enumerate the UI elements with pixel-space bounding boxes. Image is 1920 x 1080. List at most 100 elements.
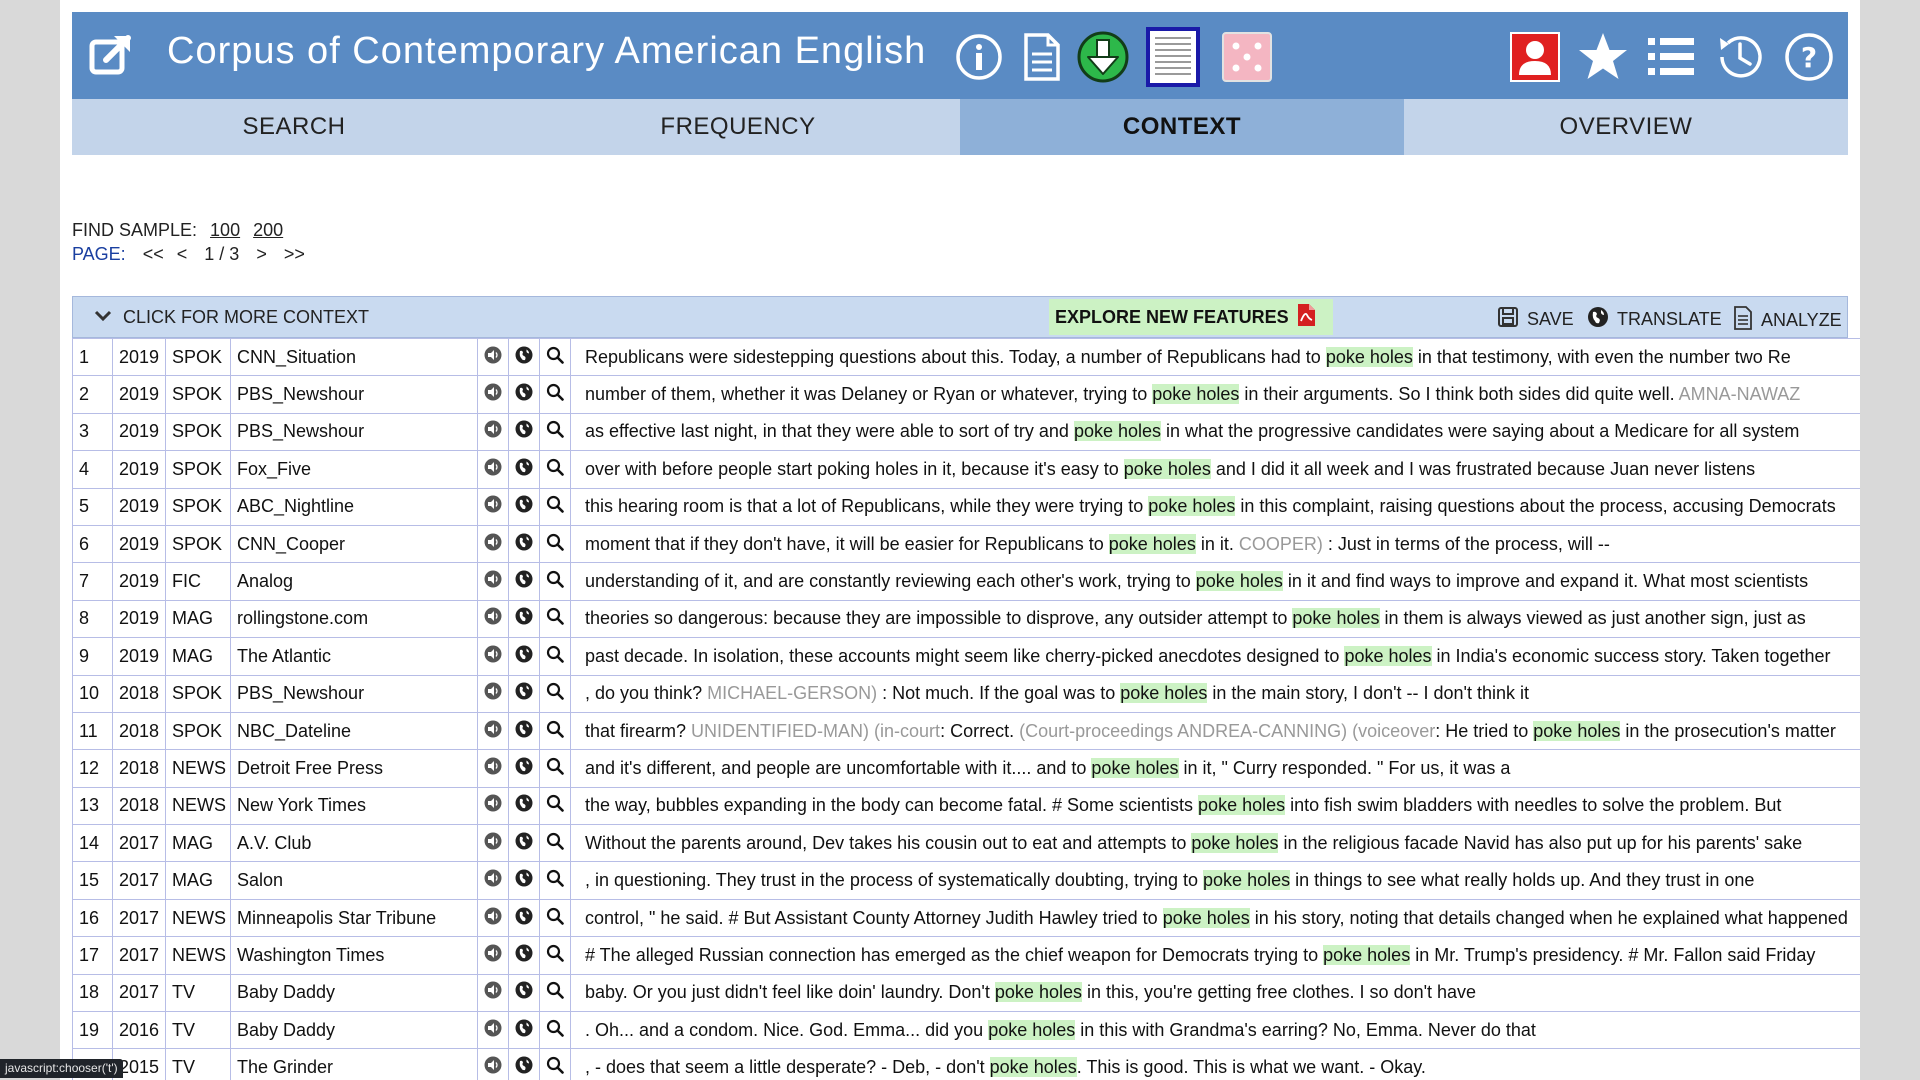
audio-speaker-icon[interactable] [477, 637, 509, 676]
random-dice-icon[interactable] [1220, 30, 1274, 84]
translate-globe-icon[interactable] [508, 898, 540, 938]
context-cell[interactable]: baby. Or you just didn't feel like doin'… [570, 973, 1860, 1013]
expand-search-icon[interactable] [539, 936, 571, 975]
translate-globe-icon[interactable] [508, 637, 540, 676]
keyword-word-1[interactable]: poke [1120, 683, 1160, 704]
translate-button[interactable]: TRANSLATE [1587, 306, 1722, 333]
translate-globe-icon[interactable] [508, 562, 540, 601]
keyword-word-2[interactable]: holes [1235, 832, 1279, 853]
explore-features-button[interactable]: EXPLORE NEW FEATURES [1049, 299, 1333, 335]
audio-speaker-icon[interactable] [477, 861, 509, 900]
expand-search-icon[interactable] [539, 487, 571, 526]
translate-globe-icon[interactable] [508, 749, 540, 788]
context-cell[interactable]: that firearm? UNIDENTIFIED-MAN) (in-cour… [570, 711, 1860, 751]
user-account-icon[interactable] [1508, 30, 1562, 84]
audio-speaker-icon[interactable] [477, 711, 509, 751]
keyword-word-1[interactable]: poke [1148, 496, 1188, 517]
keyword-word-1[interactable]: poke [1191, 832, 1231, 853]
save-button[interactable]: SAVE [1497, 306, 1574, 333]
keyword-word-2[interactable]: holes [1118, 421, 1162, 442]
context-cell[interactable]: this hearing room is that a lot of Repub… [570, 487, 1860, 526]
keyword-word-1[interactable]: poke [1123, 458, 1163, 479]
keyword-word-2[interactable]: holes [1196, 384, 1240, 405]
keyword-word-2[interactable]: holes [1239, 571, 1283, 592]
expand-search-icon[interactable] [539, 898, 571, 938]
translate-globe-icon[interactable] [508, 711, 540, 751]
context-cell[interactable]: , do you think? MICHAEL-GERSON) : Not mu… [570, 674, 1860, 713]
expand-search-icon[interactable] [539, 375, 571, 414]
context-cell[interactable]: Without the parents around, Dev takes hi… [570, 824, 1860, 863]
expand-search-icon[interactable] [539, 824, 571, 863]
audio-speaker-icon[interactable] [477, 1048, 509, 1080]
context-cell[interactable]: , in questioning. They trust in the proc… [570, 861, 1860, 900]
keyword-word-1[interactable]: poke [1325, 346, 1365, 367]
context-cell[interactable]: the way, bubbles expanding in the body c… [570, 786, 1860, 826]
more-context-toggle[interactable]: CLICK FOR MORE CONTEXT [93, 307, 369, 328]
translate-globe-icon[interactable] [508, 450, 540, 489]
audio-speaker-icon[interactable] [477, 1011, 509, 1050]
first-page-button[interactable]: << [143, 244, 164, 264]
context-cell[interactable]: moment that if they don't have, it will … [570, 524, 1860, 564]
keyword-word-2[interactable]: holes [1206, 907, 1250, 928]
translate-globe-icon[interactable] [508, 973, 540, 1013]
keyword-word-2[interactable]: holes [1388, 645, 1432, 666]
tab-overview[interactable]: OVERVIEW [1404, 99, 1848, 155]
keyword-word-2[interactable]: holes [1164, 683, 1208, 704]
expand-search-icon[interactable] [539, 524, 571, 564]
tab-frequency[interactable]: FREQUENCY [516, 99, 960, 155]
context-cell[interactable]: over with before people start poking hol… [570, 450, 1860, 489]
keyword-word-2[interactable]: holes [1192, 496, 1236, 517]
keyword-word-1[interactable]: poke [989, 1057, 1029, 1078]
context-cell[interactable]: and it's different, and people are uncom… [570, 749, 1860, 788]
expand-search-icon[interactable] [539, 450, 571, 489]
context-cell[interactable]: number of them, whether it was Delaney o… [570, 375, 1860, 414]
keyword-word-1[interactable]: poke [1073, 421, 1113, 442]
audio-speaker-icon[interactable] [477, 936, 509, 975]
expand-search-icon[interactable] [539, 786, 571, 826]
download-icon[interactable] [1076, 30, 1130, 84]
keyword-word-1[interactable]: poke [1152, 384, 1192, 405]
keyword-word-1[interactable]: poke [1203, 870, 1243, 891]
keyword-word-1[interactable]: poke [1292, 608, 1332, 629]
audio-speaker-icon[interactable] [477, 824, 509, 863]
keyword-word-2[interactable]: holes [1033, 1057, 1077, 1078]
audio-speaker-icon[interactable] [477, 749, 509, 788]
expand-search-icon[interactable] [539, 674, 571, 713]
translate-globe-icon[interactable] [508, 375, 540, 414]
history-clock-icon[interactable] [1712, 30, 1766, 84]
translate-globe-icon[interactable] [508, 599, 540, 639]
translate-globe-icon[interactable] [508, 786, 540, 826]
expand-search-icon[interactable] [539, 412, 571, 452]
audio-speaker-icon[interactable] [477, 599, 509, 639]
sample-200-link[interactable]: 200 [253, 220, 283, 240]
audio-speaker-icon[interactable] [477, 337, 509, 377]
tab-context[interactable]: CONTEXT [960, 99, 1404, 155]
context-cell[interactable]: past decade. In isolation, these account… [570, 637, 1860, 676]
keyword-word-1[interactable]: poke [1195, 571, 1235, 592]
expand-search-icon[interactable] [539, 973, 571, 1013]
last-page-button[interactable]: >> [284, 244, 305, 264]
keyword-word-1[interactable]: poke [1091, 757, 1131, 778]
keyword-word-1[interactable]: poke [994, 982, 1034, 1003]
next-page-button[interactable]: > [256, 244, 267, 264]
context-cell[interactable]: theories so dangerous: because they are … [570, 599, 1860, 639]
keyword-word-1[interactable]: poke [1323, 944, 1363, 965]
keyword-word-2[interactable]: holes [1577, 720, 1621, 741]
expand-search-icon[interactable] [539, 337, 571, 377]
translate-globe-icon[interactable] [508, 861, 540, 900]
keyword-word-1[interactable]: poke [1198, 795, 1238, 816]
keyword-word-1[interactable]: poke [988, 1019, 1028, 1040]
audio-speaker-icon[interactable] [477, 786, 509, 826]
translate-globe-icon[interactable] [508, 824, 540, 863]
sample-100-link[interactable]: 100 [210, 220, 240, 240]
expand-search-icon[interactable] [539, 749, 571, 788]
audio-speaker-icon[interactable] [477, 450, 509, 489]
translate-globe-icon[interactable] [508, 524, 540, 564]
translate-globe-icon[interactable] [508, 412, 540, 452]
keyword-word-2[interactable]: holes [1152, 533, 1196, 554]
expand-search-icon[interactable] [539, 562, 571, 601]
audio-speaker-icon[interactable] [477, 524, 509, 564]
audio-speaker-icon[interactable] [477, 973, 509, 1013]
expand-search-icon[interactable] [539, 599, 571, 639]
context-cell[interactable]: Republicans were sidestepping questions … [570, 337, 1860, 377]
